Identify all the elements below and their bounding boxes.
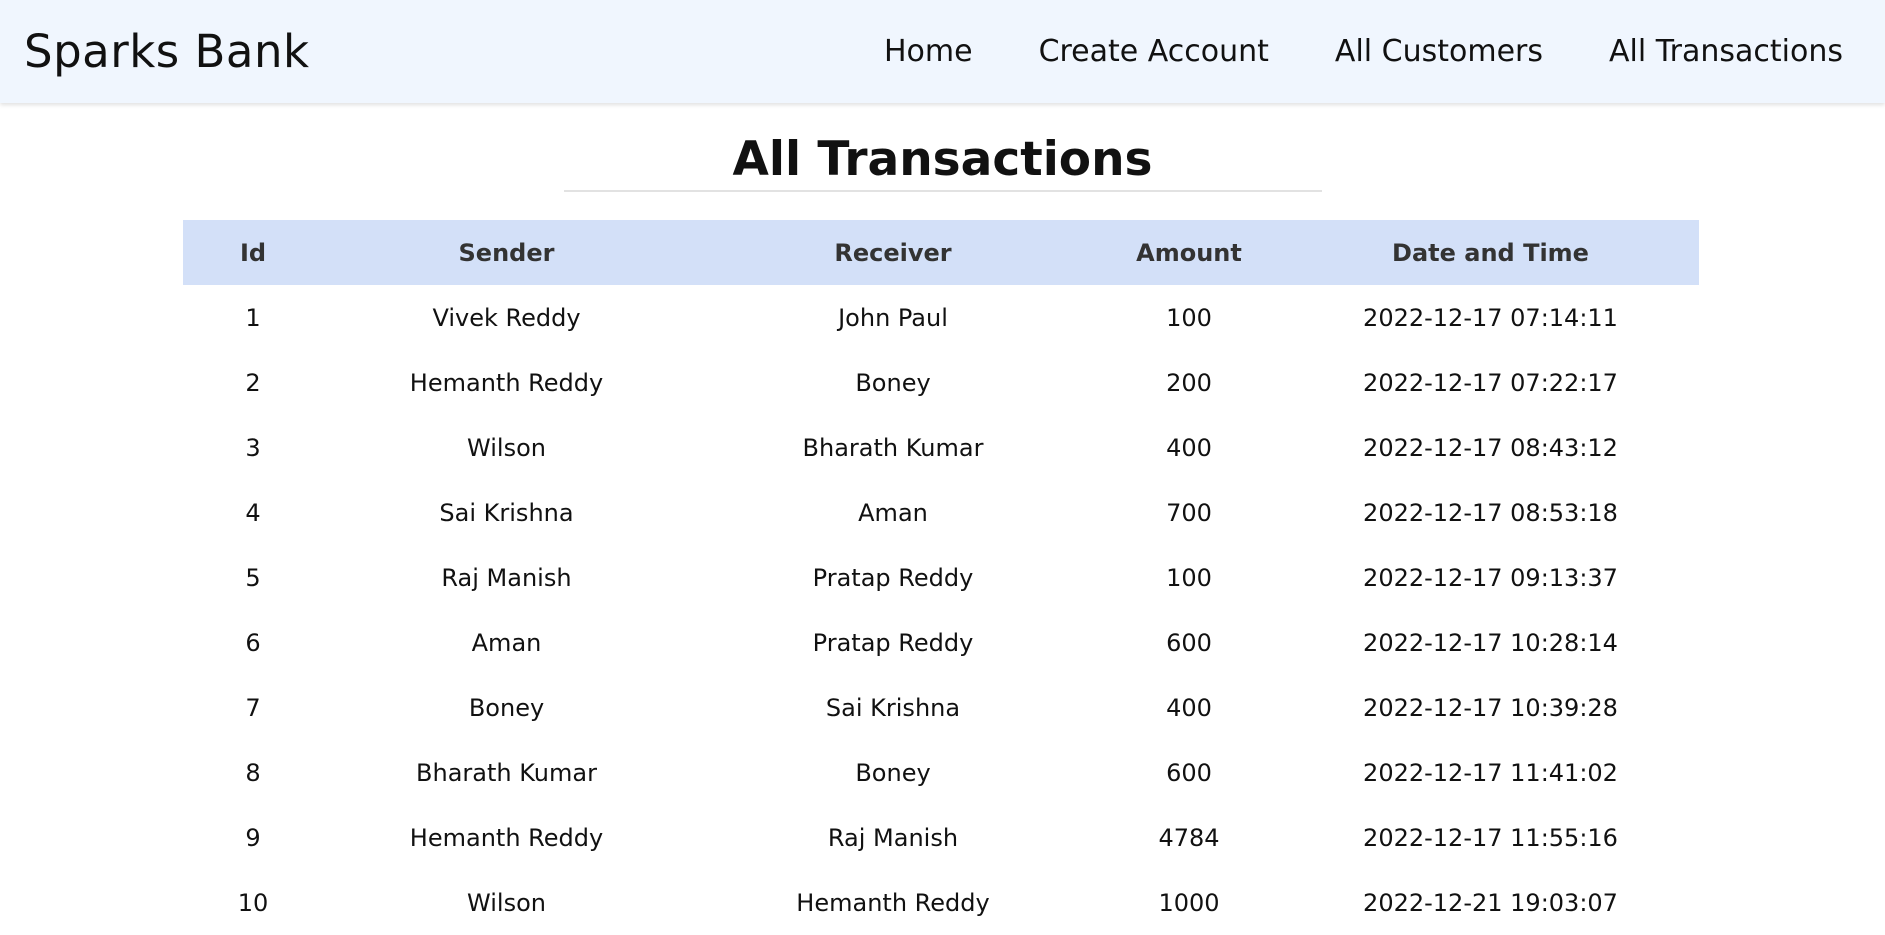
table-body: 1 Vivek Reddy John Paul 100 2022-12-17 0… (183, 285, 1699, 935)
cell-id: 9 (245, 823, 261, 852)
cell-amount: 600 (1166, 628, 1212, 657)
table-row: 4 Sai Krishna Aman 700 2022-12-17 08:53:… (183, 480, 1699, 545)
cell-amount: 600 (1166, 758, 1212, 787)
cell-id: 2 (245, 368, 261, 397)
cell-id: 4 (245, 498, 261, 527)
cell-date-time: 2022-12-17 11:55:16 (1363, 823, 1618, 852)
nav-links: Home Create Account All Customers All Tr… (884, 34, 1843, 69)
cell-amount: 400 (1166, 433, 1212, 462)
table-row: 2 Hemanth Reddy Boney 200 2022-12-17 07:… (183, 350, 1699, 415)
cell-date-time: 2022-12-17 10:28:14 (1363, 628, 1618, 657)
table-row: 1 Vivek Reddy John Paul 100 2022-12-17 0… (183, 285, 1699, 350)
cell-id: 8 (245, 758, 261, 787)
cell-receiver: Sai Krishna (825, 693, 961, 722)
header-receiver: Receiver (834, 238, 952, 267)
cell-id: 7 (245, 693, 261, 722)
cell-sender: Vivek Reddy (432, 303, 581, 332)
table-row: 7 Boney Sai Krishna 400 2022-12-17 10:39… (183, 675, 1699, 740)
header-amount: Amount (1136, 238, 1242, 267)
header-sender: Sender (458, 238, 555, 267)
cell-date-time: 2022-12-17 09:13:37 (1363, 563, 1618, 592)
navbar: Sparks Bank Home Create Account All Cust… (0, 0, 1885, 103)
table-row: 10 Wilson Hemanth Reddy 1000 2022-12-21 … (183, 870, 1699, 935)
cell-sender: Bharath Kumar (416, 758, 597, 787)
cell-id: 5 (245, 563, 261, 592)
cell-sender: Wilson (467, 433, 546, 462)
cell-sender: Wilson (467, 888, 546, 917)
page-title: All Transactions (732, 132, 1153, 187)
nav-link-create-account[interactable]: Create Account (1039, 34, 1269, 69)
table-row: 3 Wilson Bharath Kumar 400 2022-12-17 08… (183, 415, 1699, 480)
cell-amount: 400 (1166, 693, 1212, 722)
cell-receiver: Pratap Reddy (812, 563, 974, 592)
cell-date-time: 2022-12-17 07:22:17 (1363, 368, 1618, 397)
cell-date-time: 2022-12-17 08:43:12 (1363, 433, 1618, 462)
nav-link-all-transactions[interactable]: All Transactions (1609, 34, 1843, 69)
cell-receiver: Raj Manish (827, 823, 959, 852)
cell-amount: 100 (1166, 303, 1212, 332)
transactions-table: Id Sender Receiver Amount Date and Time … (183, 220, 1699, 935)
table-row: 9 Hemanth Reddy Raj Manish 4784 2022-12-… (183, 805, 1699, 870)
cell-date-time: 2022-12-17 07:14:11 (1363, 303, 1618, 332)
cell-sender: Boney (468, 693, 545, 722)
cell-amount: 4784 (1158, 823, 1220, 852)
cell-receiver: Aman (858, 498, 928, 527)
cell-id: 1 (245, 303, 261, 332)
cell-receiver: Pratap Reddy (812, 628, 974, 657)
cell-sender: Hemanth Reddy (409, 823, 604, 852)
transactions-table-container: Id Sender Receiver Amount Date and Time … (183, 220, 1699, 935)
cell-amount: 700 (1166, 498, 1212, 527)
cell-sender: Hemanth Reddy (409, 368, 604, 397)
cell-date-time: 2022-12-17 10:39:28 (1363, 693, 1618, 722)
cell-receiver: Boney (855, 758, 931, 787)
header-date-time: Date and Time (1392, 238, 1589, 267)
table-row: 6 Aman Pratap Reddy 600 2022-12-17 10:28… (183, 610, 1699, 675)
cell-receiver: John Paul (838, 303, 948, 332)
title-divider (563, 190, 1322, 193)
table-row: 5 Raj Manish Pratap Reddy 100 2022-12-17… (183, 545, 1699, 610)
cell-id: 10 (237, 888, 269, 917)
cell-date-time: 2022-12-21 19:03:07 (1363, 888, 1618, 917)
cell-sender: Aman (471, 628, 542, 657)
table-header-row: Id Sender Receiver Amount Date and Time (183, 220, 1699, 285)
cell-receiver: Bharath Kumar (802, 433, 984, 462)
brand-logo-link[interactable]: Sparks Bank (24, 25, 310, 78)
nav-link-all-customers[interactable]: All Customers (1335, 34, 1543, 69)
table-row: 8 Bharath Kumar Boney 600 2022-12-17 11:… (183, 740, 1699, 805)
cell-date-time: 2022-12-17 08:53:18 (1363, 498, 1618, 527)
nav-link-home[interactable]: Home (884, 34, 973, 69)
cell-sender: Sai Krishna (439, 498, 574, 527)
header-id: Id (239, 238, 267, 267)
cell-receiver: Boney (855, 368, 931, 397)
page-header: All Transactions (0, 103, 1885, 193)
cell-id: 3 (245, 433, 261, 462)
cell-id: 6 (245, 628, 261, 657)
cell-receiver: Hemanth Reddy (796, 888, 990, 917)
cell-date-time: 2022-12-17 11:41:02 (1363, 758, 1618, 787)
cell-sender: Raj Manish (441, 563, 572, 592)
cell-amount: 100 (1166, 563, 1212, 592)
cell-amount: 1000 (1158, 888, 1220, 917)
cell-amount: 200 (1166, 368, 1212, 397)
